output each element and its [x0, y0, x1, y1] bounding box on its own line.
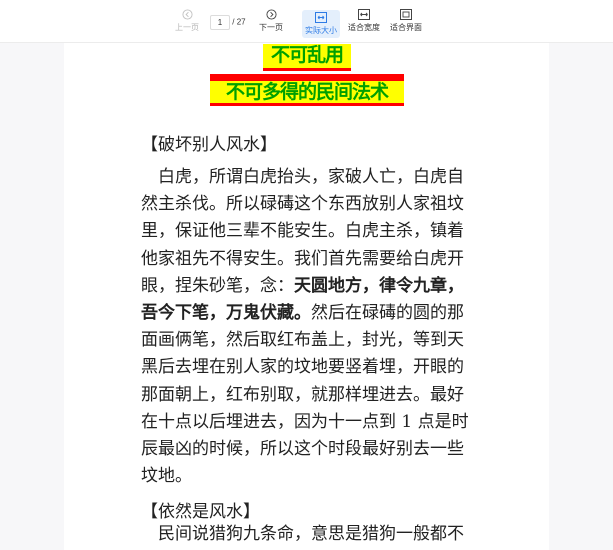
paragraph-line: 然主杀伐。所以碌碡这个东西放别人家祖坟 [141, 194, 464, 215]
section-paragraph: 民间说猎狗九条命，意思是猎狗一般都不 [141, 521, 549, 548]
prev-page-label: 上一页 [175, 23, 199, 32]
incantation-text: 吾今下笔，万鬼伏藏。 [141, 303, 311, 324]
paragraph-line: 白虎，所谓白虎抬头，家破人亡，白虎自 [158, 167, 464, 187]
section-heading: 【依然是风水】 [141, 502, 260, 522]
next-page-button[interactable]: 下一页 [256, 9, 286, 39]
viewer-toolbar: 上一页 / 27 下一页 实际大小 适合宽度 适合界面 [0, 0, 613, 43]
incantation-text: 天圆地方，律令九章， [294, 275, 464, 296]
paragraph-line: 黑后去埋在别人家的坟地要竖着埋，开眼的 [141, 357, 464, 378]
actual-size-icon [315, 12, 327, 23]
actual-size-label: 实际大小 [305, 26, 337, 35]
fit-page-button[interactable]: 适合界面 [388, 9, 424, 39]
chevron-right-icon [265, 9, 277, 20]
section-heading: 【破坏别人风水】 [141, 135, 277, 155]
paragraph-line: 民间说猎狗九条命，意思是猎狗一般都不 [158, 524, 464, 544]
fit-page-icon [400, 9, 412, 20]
page-indicator: / 27 [210, 15, 246, 30]
title-banner: 不可多得的民间法术 [210, 74, 404, 106]
paragraph-line: 吾今下笔，万鬼伏藏。然后在碌碡的圆的那 [141, 300, 549, 327]
fit-width-button[interactable]: 适合宽度 [346, 9, 382, 39]
fit-page-label: 适合界面 [390, 23, 422, 32]
paragraph-line: 眼，捏朱砂笔，念：天圆地方，律令九章， [141, 273, 549, 300]
line-text: 然后在碌碡的圆的那 [311, 303, 464, 324]
total-pages: 27 [236, 17, 246, 27]
paragraph-line: 那面朝上，红布别取，就那样埋进去。最好 [141, 384, 464, 405]
warning-banner: 不可乱用 [263, 44, 351, 71]
paragraph-line: 坟地。 [141, 466, 192, 487]
fit-width-icon [358, 9, 370, 20]
line-text: 眼，捏朱砂笔，念： [141, 275, 294, 296]
document-page: 不可乱用 不可多得的民间法术 【破坏别人风水】 白虎，所谓白虎抬头，家破人亡，白… [64, 42, 549, 550]
paragraph-line: 他家祖先不得安生。我们首先需要给白虎开 [141, 248, 464, 269]
chevron-left-icon [181, 9, 193, 20]
paragraph-line: 辰最凶的时候，所以这个时段最好别去一些 [141, 439, 464, 460]
fit-width-label: 适合宽度 [348, 23, 380, 32]
prev-page-button[interactable]: 上一页 [170, 9, 204, 39]
paragraph-line: 面画俩笔，然后取红布盖上，封光，等到天 [141, 330, 464, 351]
next-page-label: 下一页 [259, 23, 283, 32]
section-paragraph: 白虎，所谓白虎抬头，家破人亡，白虎自 然主杀伐。所以碌碡这个东西放别人家祖坟 里… [141, 164, 549, 490]
actual-size-button[interactable]: 实际大小 [302, 10, 340, 38]
page-number-input[interactable] [210, 15, 230, 30]
paragraph-line: 里，保证他三辈不能安生。白虎主杀，镇着 [141, 221, 464, 242]
paragraph-line: 在十点以后埋进去，因为十一点到 1 点是时 [141, 411, 469, 432]
page-separator: / [232, 17, 235, 27]
